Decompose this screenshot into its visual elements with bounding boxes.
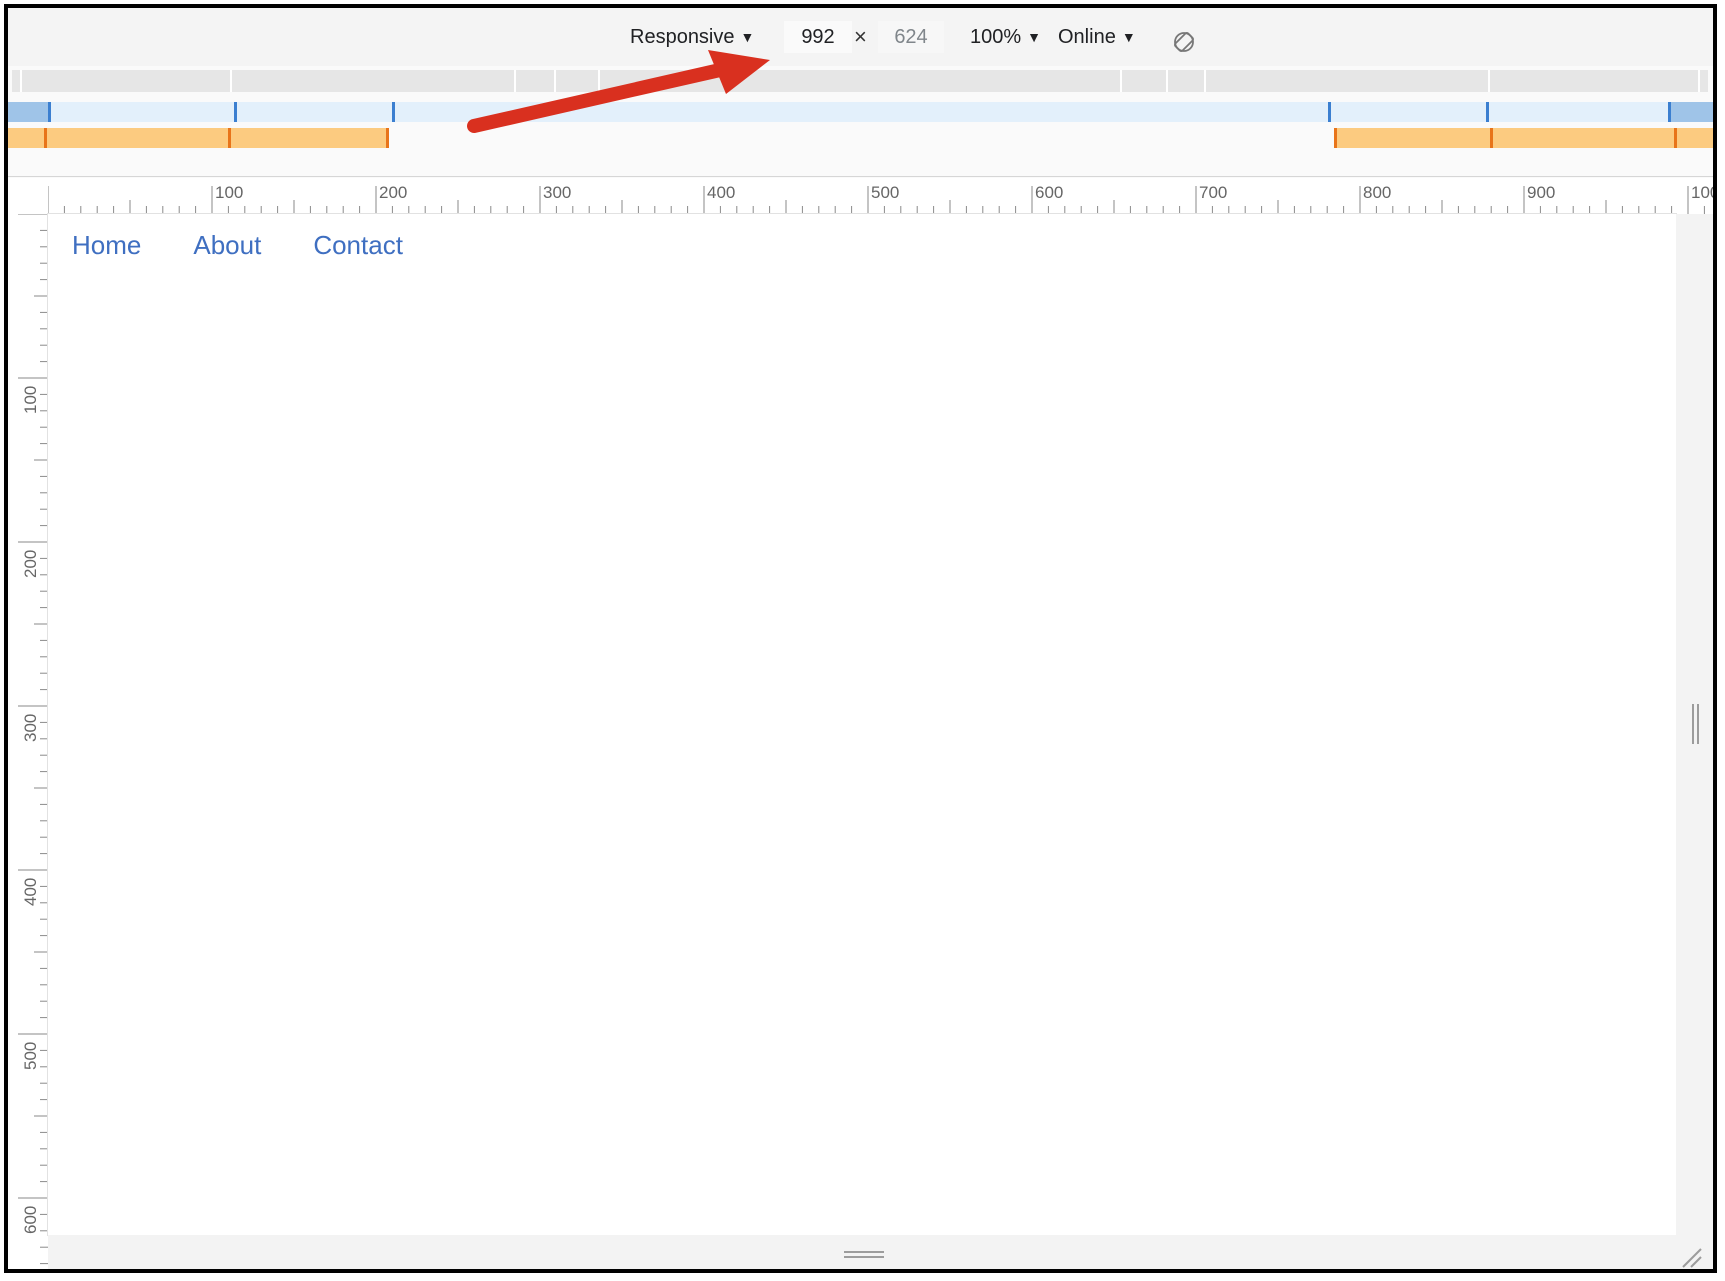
chevron-down-icon: ▼ [1027, 29, 1042, 45]
resize-handle-bottom[interactable] [48, 1235, 1713, 1269]
media-query-bar-gray[interactable] [8, 66, 1713, 96]
grip-icon [844, 1251, 884, 1258]
nav-link-home[interactable]: Home [72, 230, 141, 261]
mq-block [1668, 102, 1713, 122]
times-icon: × [854, 24, 867, 49]
ruler-label: 600 [21, 1206, 40, 1234]
zoom-dropdown[interactable]: 100% ▼ [970, 21, 1041, 53]
ruler-label: 100 [21, 386, 40, 414]
zoom-label: 100% [970, 26, 1022, 48]
horizontal-ruler: 100 200 300 400 500 600 700 800 900 100 [48, 178, 1717, 214]
ruler-label: 900 [1527, 183, 1555, 202]
mq-block [8, 102, 48, 122]
nav-link-about[interactable]: About [193, 230, 261, 261]
ruler-label: 500 [21, 1042, 40, 1070]
ruler-label: 300 [543, 183, 571, 202]
ruler-corner [8, 178, 48, 214]
device-label: Responsive [630, 26, 735, 48]
ruler-label: 500 [871, 183, 899, 202]
media-query-bar-blue[interactable] [8, 102, 1713, 122]
ruler-label: 400 [21, 878, 40, 906]
ruler-label: 100 [1691, 183, 1717, 202]
chevron-down-icon: ▼ [1121, 29, 1136, 45]
ruler-label: 300 [21, 714, 40, 742]
devtools-responsive-frame: Responsive ▼ × 100% ▼ Online ▼ [4, 4, 1717, 1273]
resize-corner-icon[interactable] [1679, 1245, 1703, 1269]
height-input[interactable] [878, 21, 944, 53]
media-query-bar-orange[interactable] [8, 128, 1713, 148]
mq-block [8, 128, 388, 148]
nav-link-contact[interactable]: Contact [313, 230, 403, 261]
rotate-icon[interactable] [1172, 30, 1196, 54]
vertical-ruler: 100 200 300 400 500 600 [8, 214, 48, 1269]
site-nav: Home About Contact [72, 230, 403, 261]
width-input[interactable] [784, 21, 852, 53]
ruler-label: 600 [1035, 183, 1063, 202]
network-label: Online [1058, 26, 1116, 48]
resize-handle-right[interactable] [1676, 214, 1713, 1235]
ruler-label: 400 [707, 183, 735, 202]
device-toolbar: Responsive ▼ × 100% ▼ Online ▼ [8, 8, 1713, 67]
ruler-label: 100 [215, 183, 243, 202]
device-dropdown[interactable]: Responsive ▼ [630, 21, 754, 53]
page-viewport: Home About Contact [48, 214, 1676, 1235]
ruler-label: 200 [379, 183, 407, 202]
chevron-down-icon: ▼ [740, 29, 755, 45]
mq-segment [12, 70, 1708, 92]
grip-icon [1692, 704, 1699, 744]
network-dropdown[interactable]: Online ▼ [1058, 21, 1136, 53]
ruler-label: 800 [1363, 183, 1391, 202]
ruler-label: 200 [21, 550, 40, 578]
ruler-label: 700 [1199, 183, 1227, 202]
mq-block [1334, 128, 1713, 148]
